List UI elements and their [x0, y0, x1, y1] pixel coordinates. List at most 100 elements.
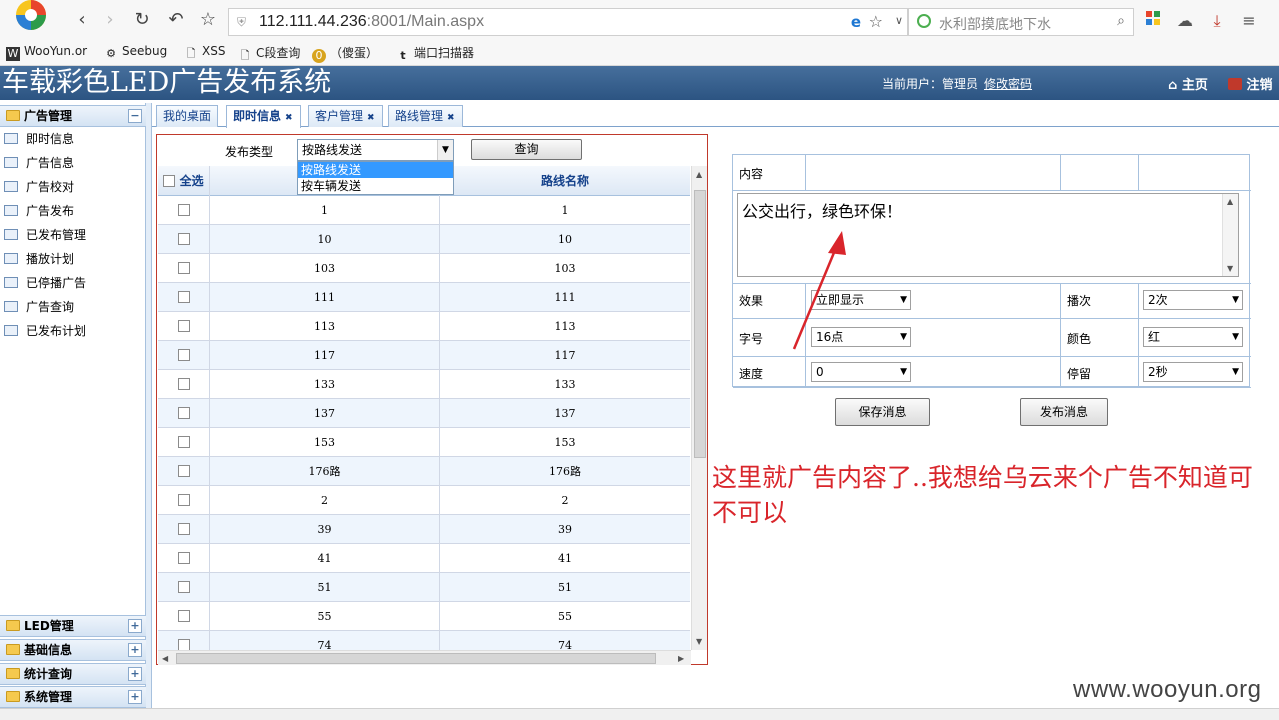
- ie-icon[interactable]: e: [851, 13, 861, 31]
- undo-icon[interactable]: ↶: [164, 8, 188, 32]
- table-row[interactable]: 117 117: [158, 341, 690, 370]
- option-by-vehicle[interactable]: 按车辆发送: [298, 178, 453, 194]
- row-checkbox[interactable]: [177, 291, 190, 303]
- expand-icon[interactable]: +: [128, 643, 142, 657]
- select-all[interactable]: 全选: [158, 166, 210, 196]
- row-checkbox[interactable]: [177, 262, 190, 274]
- close-icon[interactable]: ✖: [447, 114, 456, 123]
- table-row[interactable]: 55 55: [158, 602, 690, 631]
- search-box[interactable]: 水利部摸底地下水 ⌕: [908, 8, 1134, 36]
- select-all-checkbox[interactable]: [163, 175, 176, 187]
- back-icon[interactable]: ‹: [70, 8, 94, 32]
- browser-logo-icon[interactable]: [10, 0, 52, 34]
- expand-icon[interactable]: +: [128, 667, 142, 681]
- change-password-link[interactable]: 修改密码: [984, 77, 1032, 91]
- row-checkbox[interactable]: [177, 581, 190, 593]
- table-row[interactable]: 10 10: [158, 225, 690, 254]
- sidebar-item-ad-query[interactable]: 广告查询: [0, 295, 145, 319]
- scroll-left-icon[interactable]: ◀: [162, 654, 168, 663]
- vertical-scrollbar[interactable]: ▲ ▼: [691, 166, 707, 650]
- row-checkbox[interactable]: [177, 523, 190, 535]
- address-bar[interactable]: ⛨ 112.111.44.236:8001/Main.aspx e ☆ ∨: [228, 8, 908, 36]
- tab-route[interactable]: 路线管理 ✖: [388, 105, 464, 127]
- sidebar-group-system[interactable]: 系统管理 +: [0, 686, 146, 708]
- bookmark-shodan[interactable]: 0 （傻蛋）: [312, 44, 378, 63]
- table-row[interactable]: 74 74: [158, 631, 690, 650]
- sidebar-item-published-plan[interactable]: 已发布计划: [0, 319, 145, 343]
- table-row[interactable]: 11: [158, 196, 690, 225]
- bookmark-seebug[interactable]: ⚙ Seebug: [104, 44, 167, 61]
- table-row[interactable]: 176路 176路: [158, 457, 690, 486]
- forward-icon[interactable]: ›: [98, 8, 122, 32]
- reload-icon[interactable]: ↻: [130, 8, 154, 32]
- bookmark-wooyun[interactable]: W WooYun.or: [6, 44, 87, 61]
- row-checkbox[interactable]: [177, 610, 190, 622]
- table-row[interactable]: 39 39: [158, 515, 690, 544]
- tab-my-desktop[interactable]: 我的桌面: [156, 105, 219, 127]
- search-icon[interactable]: ⌕: [1117, 13, 1125, 29]
- option-by-route[interactable]: 按路线发送: [298, 162, 453, 178]
- sidebar-splitter[interactable]: [146, 103, 152, 708]
- row-checkbox[interactable]: [177, 204, 190, 216]
- sidebar-item-ad-publish[interactable]: 广告发布: [0, 199, 145, 223]
- sidebar-item-instant-info[interactable]: 即时信息: [0, 127, 145, 151]
- row-checkbox[interactable]: [177, 639, 190, 650]
- address-dropdown-icon[interactable]: ∨: [895, 14, 903, 27]
- bookmark-xss[interactable]: 🗋 XSS: [184, 44, 226, 61]
- scroll-down-icon[interactable]: ▼: [696, 637, 702, 646]
- row-checkbox[interactable]: [177, 320, 190, 332]
- download-icon[interactable]: ⤓: [1206, 10, 1228, 32]
- sidebar-group-ad-management[interactable]: 广告管理 −: [0, 105, 146, 127]
- row-checkbox[interactable]: [177, 349, 190, 361]
- row-checkbox[interactable]: [177, 436, 190, 448]
- sidebar-item-ad-info[interactable]: 广告信息: [0, 151, 145, 175]
- publish-type-select[interactable]: 按路线发送 ▼: [297, 139, 454, 161]
- color-select[interactable]: 红 ▼: [1143, 327, 1243, 347]
- sidebar-group-basic[interactable]: 基础信息 +: [0, 639, 146, 661]
- table-row[interactable]: 41 41: [158, 544, 690, 573]
- scroll-right-icon[interactable]: ▶: [678, 654, 684, 663]
- sidebar-item-ad-proof[interactable]: 广告校对: [0, 175, 145, 199]
- close-icon[interactable]: ✖: [367, 114, 376, 123]
- apps-icon[interactable]: [1142, 10, 1164, 32]
- tab-instant-info[interactable]: 即时信息 ✖: [226, 105, 302, 128]
- grid-header-route-name[interactable]: 路线名称: [440, 166, 690, 196]
- collapse-icon[interactable]: −: [128, 109, 142, 123]
- row-checkbox[interactable]: [177, 407, 190, 419]
- scroll-up-icon[interactable]: ▲: [1227, 197, 1233, 206]
- menu-icon[interactable]: ≡: [1238, 10, 1260, 32]
- logout-link[interactable]: 注销: [1228, 74, 1273, 93]
- bookmark-c-query[interactable]: 🗋 C段查询: [238, 44, 301, 63]
- row-checkbox[interactable]: [177, 552, 190, 564]
- horizontal-scrollbar[interactable]: ◀ ▶: [158, 650, 691, 665]
- table-row[interactable]: 133 133: [158, 370, 690, 399]
- row-checkbox[interactable]: [177, 378, 190, 390]
- expand-icon[interactable]: +: [128, 619, 142, 633]
- scroll-up-icon[interactable]: ▲: [696, 170, 702, 179]
- count-select[interactable]: 2次 ▼: [1143, 290, 1243, 310]
- favorite-icon[interactable]: ☆: [869, 12, 883, 31]
- chevron-down-icon[interactable]: ▼: [437, 140, 453, 160]
- vertical-scroll-thumb[interactable]: [694, 190, 706, 458]
- table-row[interactable]: 113 113: [158, 312, 690, 341]
- cloud-icon[interactable]: ☁: [1174, 10, 1196, 32]
- save-message-button[interactable]: 保存消息: [835, 398, 930, 426]
- stay-select[interactable]: 2秒 ▼: [1143, 362, 1243, 382]
- row-checkbox[interactable]: [177, 494, 190, 506]
- sidebar-item-play-plan[interactable]: 播放计划: [0, 247, 145, 271]
- search-input[interactable]: 水利部摸底地下水: [939, 14, 1051, 34]
- row-checkbox[interactable]: [177, 465, 190, 477]
- row-checkbox[interactable]: [177, 233, 190, 245]
- sidebar-item-published[interactable]: 已发布管理: [0, 223, 145, 247]
- table-row[interactable]: 111 111: [158, 283, 690, 312]
- expand-icon[interactable]: +: [128, 690, 142, 704]
- close-icon[interactable]: ✖: [285, 114, 294, 123]
- table-row[interactable]: 137 137: [158, 399, 690, 428]
- table-row[interactable]: 22: [158, 486, 690, 515]
- horizontal-scroll-thumb[interactable]: [176, 653, 656, 664]
- textarea-scrollbar[interactable]: ▲ ▼: [1222, 194, 1238, 276]
- sidebar-item-stopped-ads[interactable]: 已停播广告: [0, 271, 145, 295]
- table-row[interactable]: 51 51: [158, 573, 690, 602]
- query-button[interactable]: 查询: [471, 139, 582, 160]
- scroll-down-icon[interactable]: ▼: [1227, 264, 1233, 273]
